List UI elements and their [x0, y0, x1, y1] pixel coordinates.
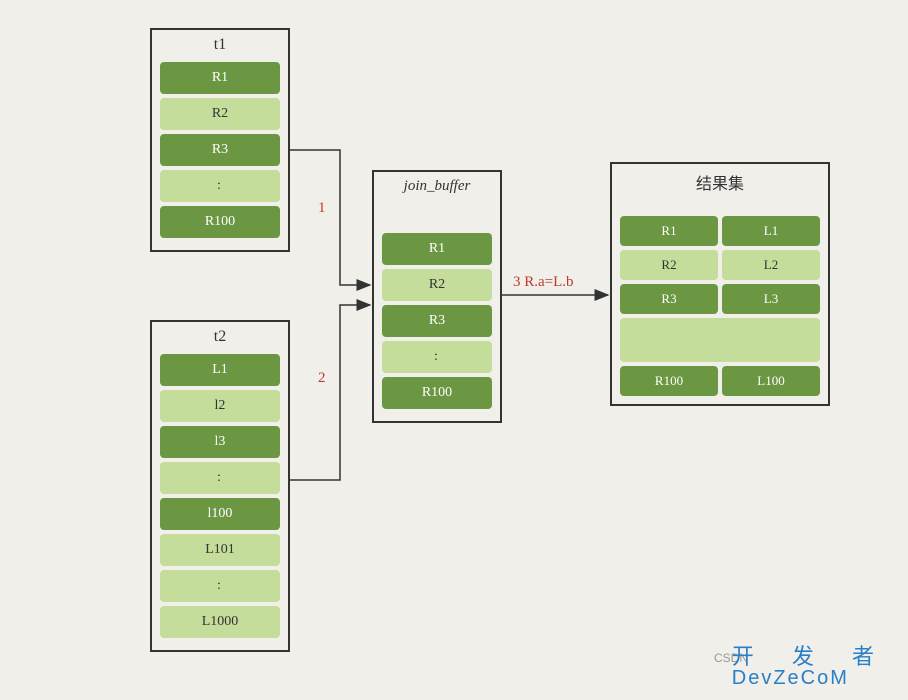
- result-title: 结果集: [612, 164, 828, 202]
- cell: R3: [620, 284, 718, 314]
- cell: L1: [722, 216, 820, 246]
- cell: R2: [382, 269, 492, 301]
- gap-row: [620, 318, 820, 362]
- result-pair: R1L1: [620, 216, 820, 246]
- arrow-label-1: 1: [318, 200, 326, 217]
- arrow-label-3: 3 R.a=L.b: [513, 274, 574, 291]
- join-buffer: join_buffer R1 R2 R3: R100: [372, 170, 502, 423]
- t1-rows: R1 R2 R3: R100: [152, 62, 288, 250]
- t2-rows: L1 l2 l3: l100 L101: L1000: [152, 354, 288, 650]
- cell: :: [382, 341, 492, 373]
- devze-watermark: 开 发 者 DevZеCoM: [732, 639, 890, 690]
- cell: :: [160, 462, 280, 494]
- cell: R1: [382, 233, 492, 265]
- cell: l100: [160, 498, 280, 530]
- result-pair: R2L2: [620, 250, 820, 280]
- t2-title: t2: [152, 322, 288, 354]
- cell: L101: [160, 534, 280, 566]
- cell: R100: [382, 377, 492, 409]
- cell: R3: [382, 305, 492, 337]
- result-rows: R1L1R2L2R3L3R100L100: [612, 202, 828, 404]
- t1-table: t1 R1 R2 R3: R100: [150, 28, 290, 252]
- cell: l3: [160, 426, 280, 458]
- cell: L2: [722, 250, 820, 280]
- cell: R2: [620, 250, 718, 280]
- cell: R100: [160, 206, 280, 238]
- arrow-label-2: 2: [318, 370, 326, 387]
- cell: L1000: [160, 606, 280, 638]
- cell: R2: [160, 98, 280, 130]
- join-rows: R1 R2 R3: R100: [374, 203, 500, 421]
- cell: R1: [160, 62, 280, 94]
- cell: l2: [160, 390, 280, 422]
- result-pair: R100L100: [620, 366, 820, 396]
- cell: :: [160, 570, 280, 602]
- result-set: 结果集 R1L1R2L2R3L3R100L100: [610, 162, 830, 406]
- result-pair: R3L3: [620, 284, 820, 314]
- join-title: join_buffer: [374, 172, 500, 203]
- cell: L100: [722, 366, 820, 396]
- cell: L3: [722, 284, 820, 314]
- cell: L1: [160, 354, 280, 386]
- t2-table: t2 L1 l2 l3: l100 L101: L1000: [150, 320, 290, 652]
- t1-title: t1: [152, 30, 288, 62]
- cell: :: [160, 170, 280, 202]
- cell: R3: [160, 134, 280, 166]
- cell: R100: [620, 366, 718, 396]
- cell: R1: [620, 216, 718, 246]
